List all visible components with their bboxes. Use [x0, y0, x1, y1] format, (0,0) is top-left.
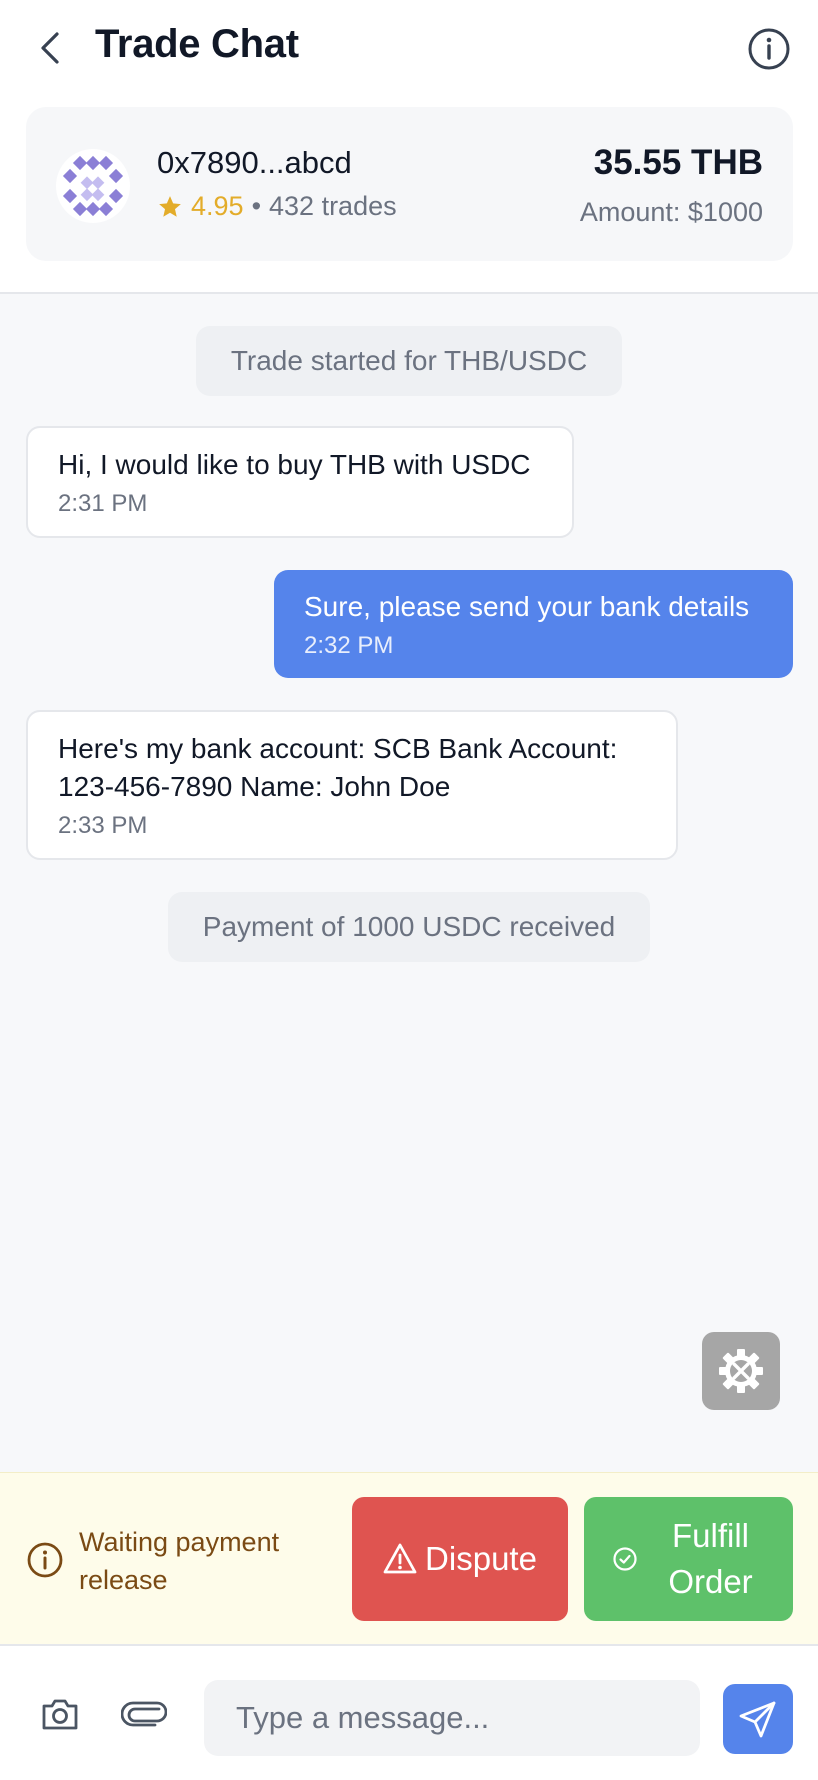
trader-address: 0x7890...abcd: [157, 145, 352, 180]
system-message: Payment of 1000 USDC received: [168, 892, 650, 962]
send-icon: [738, 1699, 778, 1739]
message-incoming: Here's my bank account: SCB Bank Account…: [26, 710, 678, 860]
message-time: 2:32 PM: [304, 632, 394, 659]
message-composer: [0, 1644, 818, 1780]
chevron-left-icon: [38, 30, 62, 66]
fulfill-order-button[interactable]: Fulfill Order: [584, 1497, 793, 1621]
trade-price: 35.55 THB: [593, 143, 763, 182]
message-time: 2:31 PM: [58, 490, 148, 517]
message-text: Hi, I would like to buy THB with USDC: [58, 449, 531, 480]
camera-button[interactable]: [38, 1692, 82, 1736]
message-text: Here's my bank account: SCB Bank Account…: [58, 733, 618, 802]
trade-amount: Amount: $1000: [579, 197, 763, 227]
avatar: [56, 149, 130, 223]
status-text: Waiting payment release: [79, 1527, 280, 1595]
trader-card[interactable]: 0x7890...abcd 4.95 • 432 trades 35.55 TH…: [26, 107, 793, 261]
identicon-avatar: [62, 155, 124, 217]
info-circle-icon: [26, 1541, 64, 1579]
trade-status-bar: Waiting payment release Dispute Fulfill …: [0, 1472, 818, 1644]
support-gear-icon: [716, 1346, 766, 1396]
trader-trades: 432 trades: [269, 191, 397, 221]
attach-button[interactable]: [120, 1690, 168, 1738]
check-circle-icon: [612, 1546, 638, 1572]
camera-icon: [40, 1696, 80, 1732]
warning-icon: [383, 1542, 417, 1576]
star-icon: [157, 194, 183, 220]
info-icon: [747, 27, 791, 71]
chat-area[interactable]: Trade started for THB/USDC Hi, I would l…: [0, 294, 818, 1472]
page-title: Trade Chat: [95, 22, 299, 66]
message-text: Sure, please send your bank details: [304, 591, 750, 622]
message-outgoing: Sure, please send your bank details 2:32…: [274, 570, 793, 678]
dispute-button[interactable]: Dispute: [352, 1497, 568, 1621]
system-message: Trade started for THB/USDC: [196, 326, 622, 396]
message-input[interactable]: [204, 1680, 700, 1756]
support-button[interactable]: [702, 1332, 780, 1410]
info-button[interactable]: [746, 26, 792, 72]
message-time: 2:33 PM: [58, 812, 148, 839]
header: Trade Chat: [0, 0, 818, 96]
trader-rating: 4.95: [191, 191, 244, 221]
back-button[interactable]: [30, 26, 70, 70]
paperclip-icon: [121, 1699, 167, 1729]
trader-meta: 4.95 • 432 trades: [157, 191, 397, 222]
separator: •: [251, 191, 262, 221]
dispute-label: Dispute: [425, 1540, 537, 1577]
send-button[interactable]: [723, 1684, 793, 1754]
fulfill-label: Fulfill Order: [668, 1517, 753, 1600]
message-incoming: Hi, I would like to buy THB with USDC 2:…: [26, 426, 574, 538]
